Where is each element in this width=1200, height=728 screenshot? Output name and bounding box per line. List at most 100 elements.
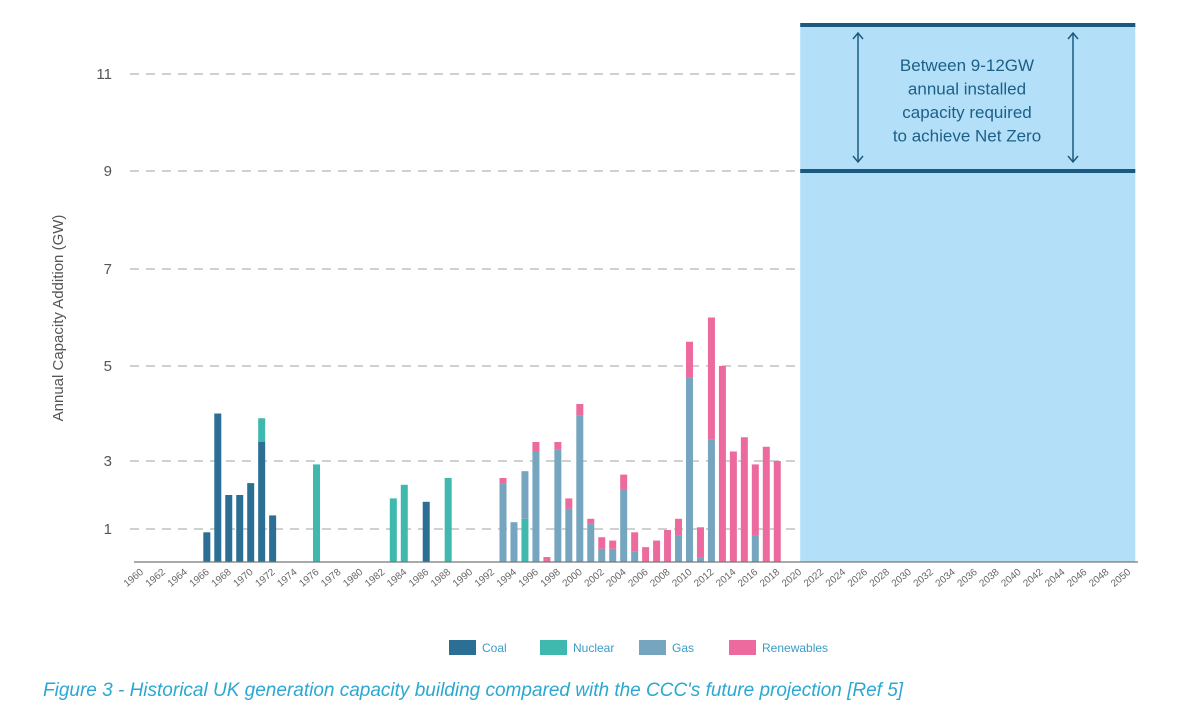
capacity-chart: Between 9-12GW annual installed capacity r… [50, 23, 1138, 655]
bar-renewables-2011 [696, 527, 704, 558]
bar-coal-1968 [225, 495, 233, 562]
y-axis-title: Annual Capacity Addition (GW) [50, 215, 67, 422]
legend-swatch-nuclear [540, 640, 567, 655]
bar-nuclear-1995 [521, 518, 529, 562]
bar-gas-2011 [696, 557, 704, 562]
projection-annotation-line: to achieve Net Zero [893, 127, 1041, 146]
bar-gas-2010 [686, 377, 693, 562]
bar-renewables-2014 [729, 451, 737, 562]
legend-swatch-gas [639, 640, 666, 655]
bar-coal-1967 [214, 413, 222, 562]
bar-gas-1996 [532, 451, 540, 562]
x-tick-label: 2036 [956, 567, 980, 590]
y-tick-label: 1 [104, 521, 112, 538]
bar-gas-1998 [554, 449, 562, 562]
bar-renewables-2005 [631, 532, 639, 552]
bar-gas-2004 [620, 489, 628, 562]
x-tick-label: 2016 [736, 567, 760, 590]
bar-renewables-2013 [718, 366, 726, 562]
x-tick-label: 2000 [561, 567, 585, 590]
bar-nuclear-1988 [444, 478, 452, 562]
x-tick-label: 1998 [539, 567, 563, 590]
bar-nuclear-1984 [400, 484, 408, 562]
bar-renewables-2003 [609, 540, 617, 549]
x-tick-label: 1980 [341, 567, 365, 590]
bar-renewables-2008 [664, 529, 672, 562]
bar-gas-2009 [675, 535, 683, 562]
x-tick-label: 2020 [780, 567, 804, 590]
x-tick-label: 1960 [122, 567, 146, 590]
bar-nuclear-1983 [389, 498, 397, 562]
bar-gas-2001 [587, 523, 595, 562]
x-tick-label: 1996 [517, 567, 541, 590]
x-tick-label: 2010 [670, 567, 694, 590]
y-tick-label: 9 [104, 163, 112, 180]
bar-gas-1995 [521, 471, 529, 519]
x-tick-label: 1972 [253, 567, 277, 590]
x-tick-label: 1988 [429, 567, 453, 590]
x-tick-label: 1990 [451, 567, 475, 590]
bar-gas-2002 [598, 548, 606, 562]
bar-gas-2012 [707, 439, 715, 562]
x-tick-label: 1986 [407, 567, 431, 590]
y-tick-label: 3 [104, 453, 112, 470]
bar-coal-1986 [422, 501, 430, 562]
x-tick-label: 2022 [802, 567, 826, 590]
bar-renewables-2017 [762, 446, 770, 562]
y-tick-label: 11 [96, 66, 112, 83]
legend-label-nuclear: Nuclear [573, 641, 614, 655]
bar-renewables-2015 [740, 437, 748, 562]
figure-caption: Figure 3 - Historical UK generation capa… [43, 680, 904, 701]
legend-label-coal: Coal [482, 641, 507, 655]
bar-renewables-2000 [576, 404, 584, 416]
x-tick-label: 2040 [999, 567, 1023, 590]
bar-coal-1966 [203, 532, 211, 562]
legend-swatch-renewables [729, 640, 756, 655]
x-tick-label: 2044 [1043, 567, 1067, 590]
x-tick-label: 1992 [473, 567, 497, 590]
x-tick-label: 1984 [385, 567, 409, 590]
x-tick-label: 2048 [1087, 567, 1111, 590]
bar-renewables-2018 [773, 461, 781, 562]
bar-renewables-2009 [675, 518, 683, 536]
x-tick-label: 2008 [648, 567, 672, 590]
y-tick-label: 7 [104, 261, 112, 278]
x-tick-label: 2018 [758, 567, 782, 590]
bar-renewables-2007 [653, 540, 661, 562]
bar-renewables-1998 [554, 442, 562, 450]
x-tick-label: 2002 [583, 567, 607, 590]
bar-renewables-1997 [543, 557, 551, 562]
bar-coal-1971 [258, 442, 266, 562]
x-tick-label: 1978 [319, 567, 343, 590]
x-tick-label: 2030 [890, 567, 914, 590]
bar-renewables-2001 [587, 518, 595, 524]
projection-annotation-line: Between 9-12GW [900, 56, 1034, 75]
x-tick-label: 1966 [188, 567, 212, 590]
x-tick-label: 2034 [934, 567, 958, 590]
legend-label-gas: Gas [672, 641, 694, 655]
legend-swatch-coal [449, 640, 476, 655]
bar-renewables-1999 [565, 498, 573, 509]
x-tick-label: 2042 [1021, 567, 1045, 590]
bar-renewables-2012 [707, 317, 715, 440]
bar-renewables-2004 [620, 474, 628, 490]
bar-renewables-2016 [751, 464, 759, 536]
bar-gas-1999 [565, 508, 573, 562]
x-tick-label: 2006 [626, 567, 650, 590]
x-tick-label: 1982 [363, 567, 387, 590]
projection-region: Between 9-12GW annual installed capacity r… [800, 23, 1136, 562]
x-tick-label: 1974 [275, 567, 299, 590]
x-axis-ticks: 1960196219641966196819701972197419761978… [122, 567, 1134, 590]
x-tick-label: 1968 [210, 567, 234, 590]
bar-gas-2016 [751, 535, 759, 562]
bar-renewables-1993 [499, 478, 507, 484]
x-tick-label: 2032 [912, 567, 936, 590]
bar-gas-2000 [576, 415, 584, 562]
bar-gas-1994 [510, 522, 518, 562]
x-tick-label: 1970 [232, 567, 256, 590]
x-tick-label: 2024 [824, 567, 848, 590]
bar-renewables-1996 [532, 442, 540, 452]
projection-annotation-line: annual installed [908, 80, 1026, 99]
legend-label-renewables: Renewables [762, 641, 828, 655]
x-tick-label: 2026 [846, 567, 870, 590]
